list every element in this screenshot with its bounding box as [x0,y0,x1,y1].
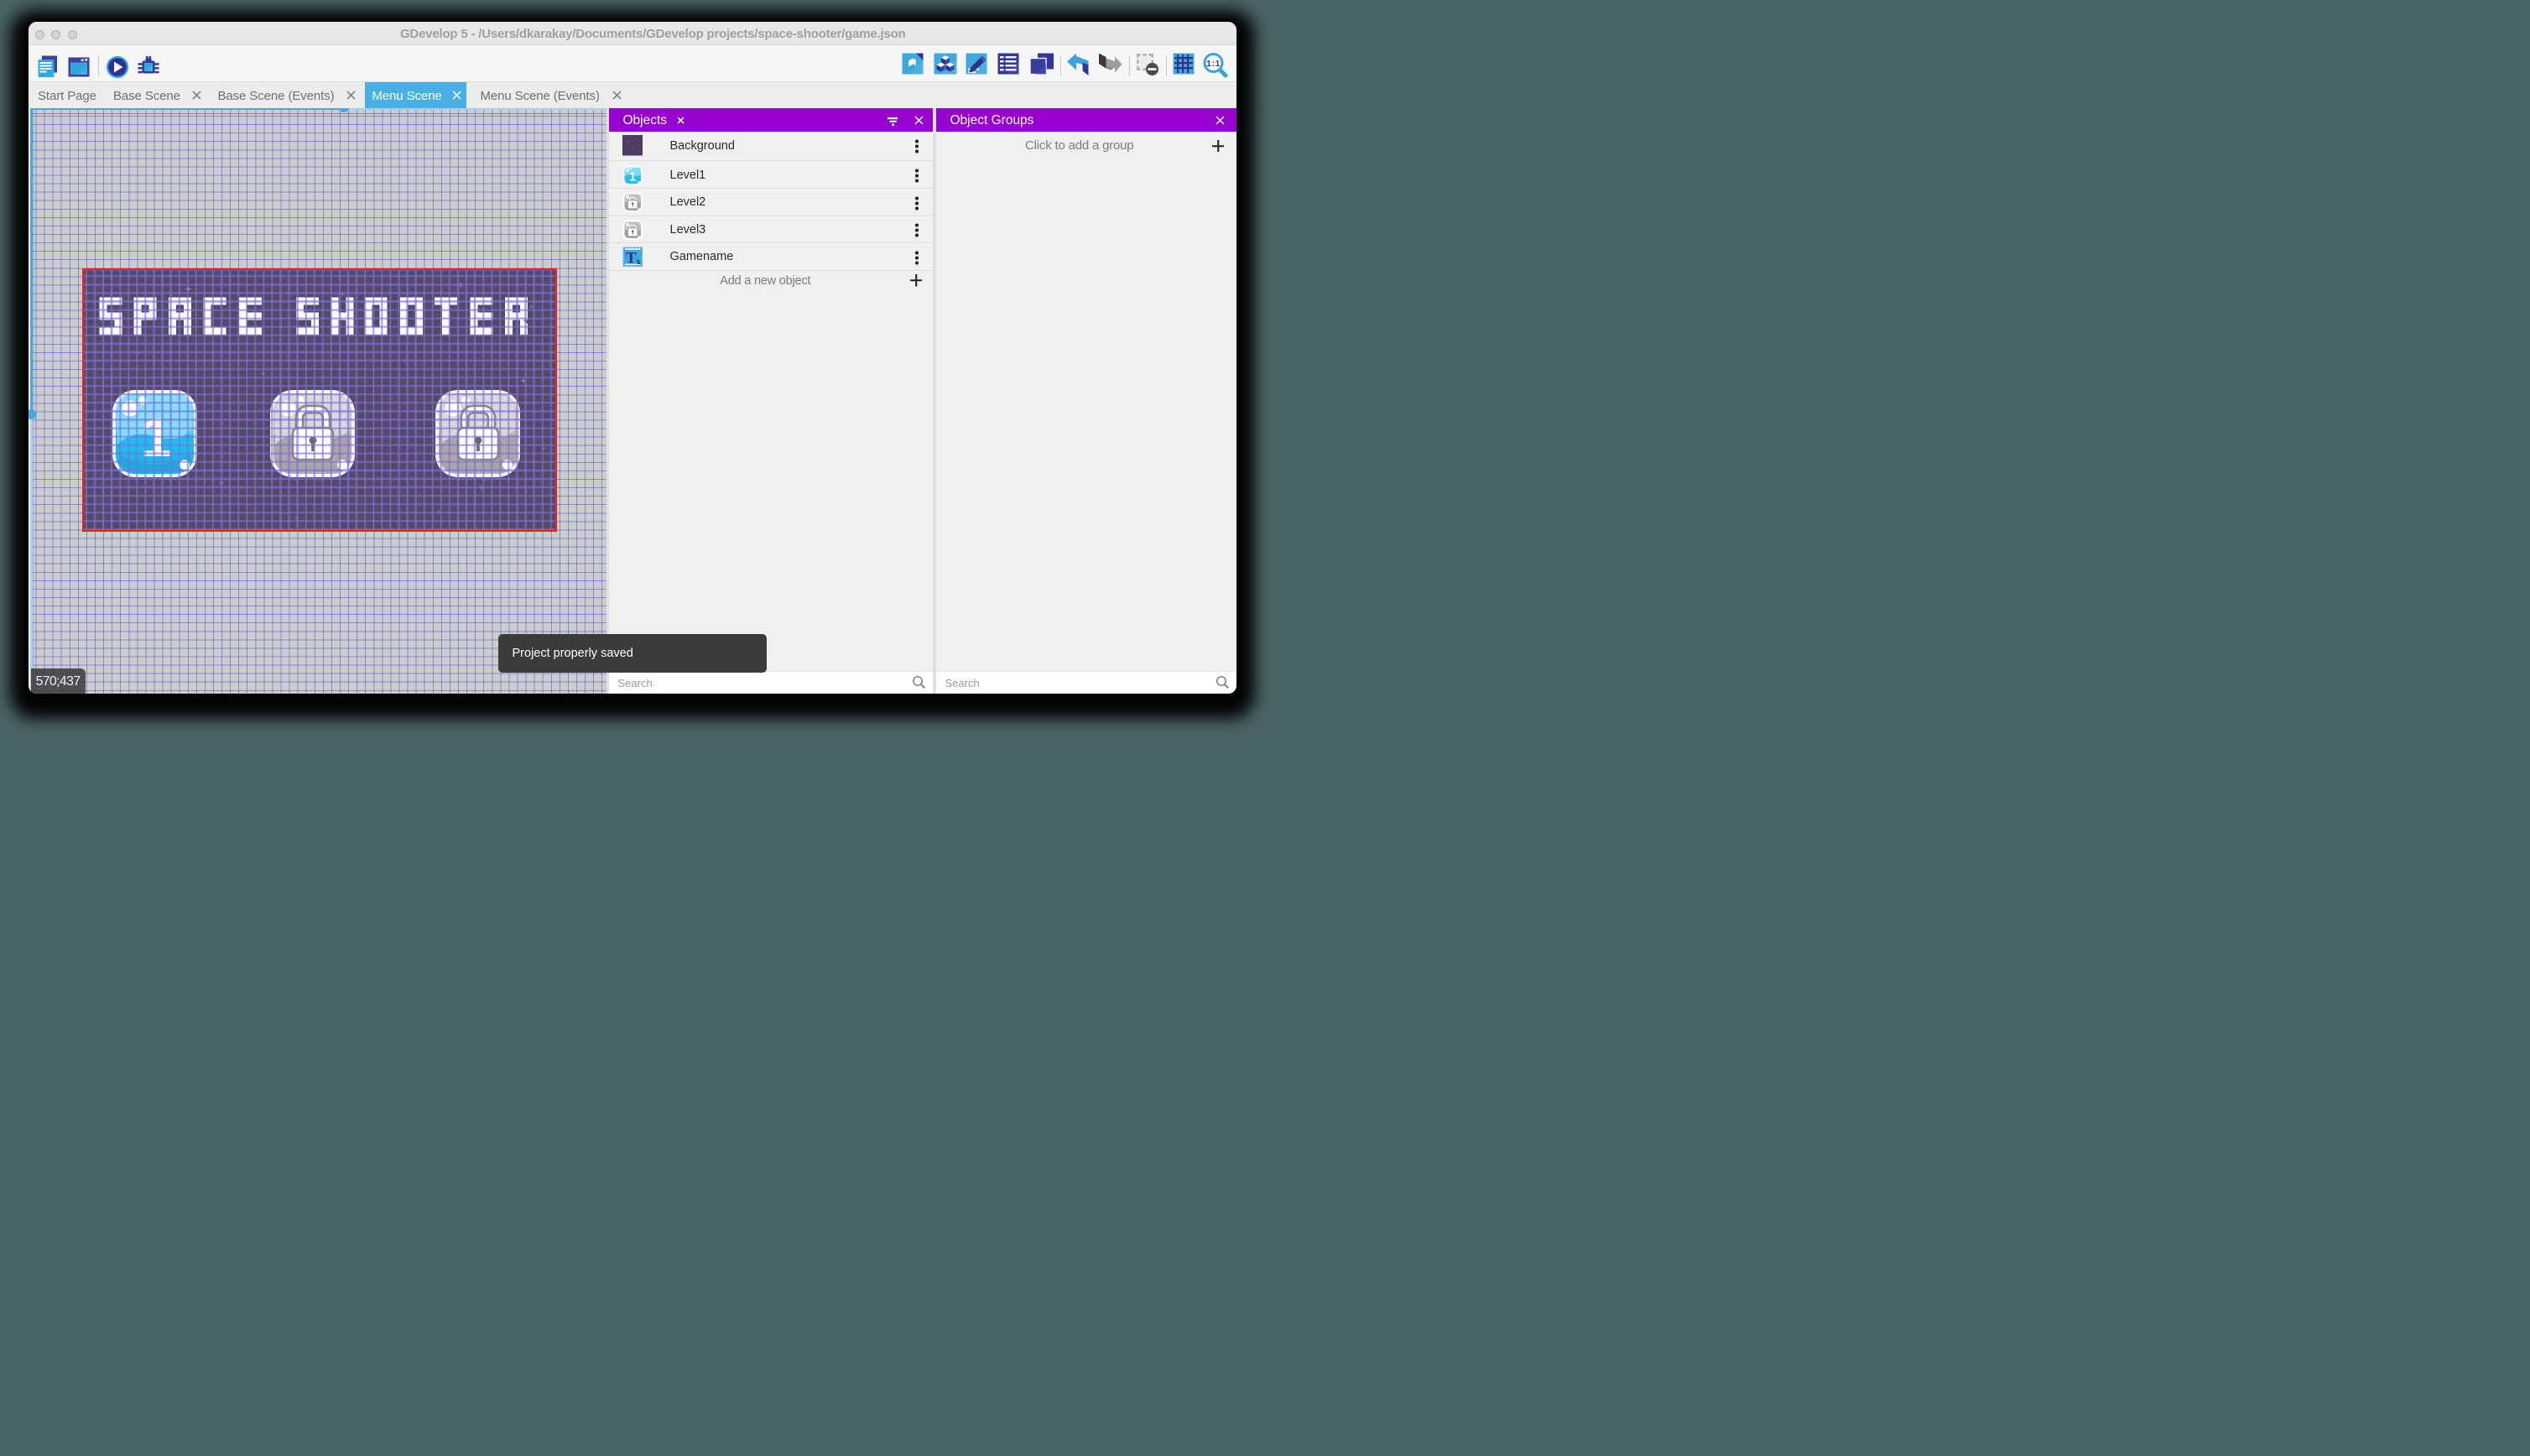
svg-text:x: x [636,257,641,267]
svg-text:1:1: 1:1 [1206,59,1221,69]
svg-text:1: 1 [629,170,636,184]
svg-text:T: T [625,250,636,268]
